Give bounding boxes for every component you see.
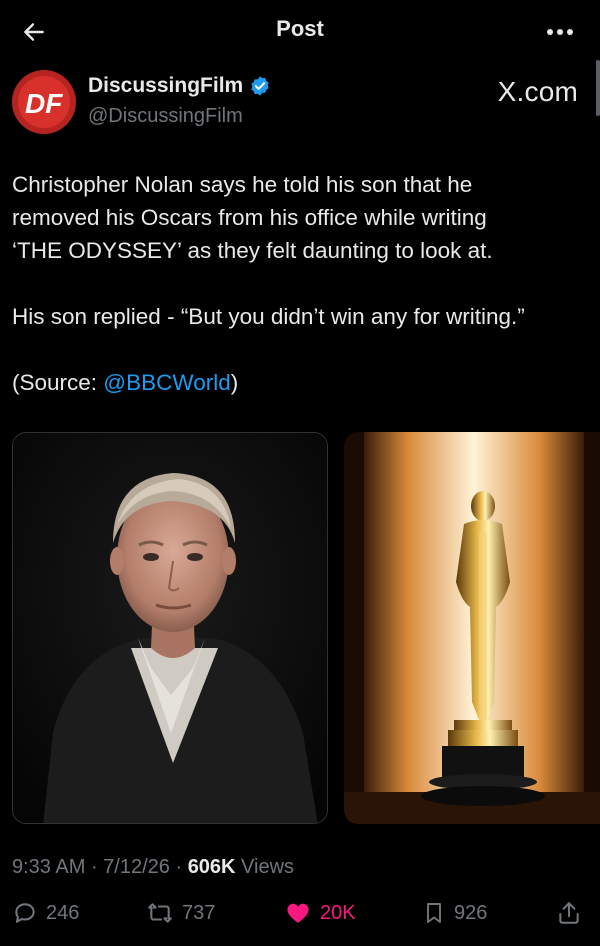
svg-text:DF: DF (25, 88, 63, 119)
like-heart-icon (287, 903, 309, 923)
photo-oscar-statuette[interactable] (344, 432, 600, 824)
reply-icon (15, 903, 35, 923)
bookmark-icon (427, 903, 441, 923)
more-options-button[interactable] (540, 14, 580, 50)
photo-nolan[interactable] (12, 432, 328, 824)
avatar[interactable]: DF (12, 70, 76, 134)
like-count: 20K (320, 901, 356, 924)
media-gallery (12, 432, 600, 824)
page-title: Post (276, 16, 324, 41)
name-row: DiscussingFilm (88, 74, 271, 98)
tweet-text: Christopher Nolan says he told his son t… (12, 168, 592, 399)
meta-separator: · (85, 856, 104, 878)
oscar-image (344, 432, 600, 824)
meta-separator: · (169, 856, 188, 878)
reply-count: 246 (46, 901, 80, 924)
tweet-line: removed his Oscars from his office while… (12, 205, 487, 230)
verified-badge-icon (251, 76, 269, 96)
top-bar: Post (0, 0, 600, 62)
action-bar: 246 737 20K 926 (0, 896, 600, 936)
share-icon (559, 902, 579, 924)
source-watermark: X.com (497, 76, 578, 107)
reply-button[interactable]: 246 (12, 900, 79, 926)
scrollbar-thumb[interactable] (596, 60, 600, 116)
source-prefix: (Source: (12, 370, 104, 395)
like-button[interactable]: 20K (284, 900, 356, 926)
tweet-line: ‘THE ODYSSEY’ as they felt daunting to l… (12, 238, 493, 263)
tweet-line: Christopher Nolan says he told his son t… (12, 172, 473, 197)
tweet-source-line: (Source: @BBCWorld) (12, 366, 592, 399)
source-suffix: ) (230, 370, 239, 395)
bookmark-count: 926 (454, 901, 488, 924)
post-meta: 9:33 AM · 7/12/26 · 606K Views (12, 856, 294, 879)
more-dots-icon (547, 29, 573, 35)
repost-button[interactable]: 737 (146, 900, 215, 926)
repost-count: 737 (182, 901, 216, 924)
avatar-logo: DF (18, 76, 70, 128)
post-time[interactable]: 9:33 AM (12, 856, 85, 878)
views-label: Views (235, 856, 295, 878)
mention-link[interactable]: @BBCWorld (103, 370, 230, 395)
post-date[interactable]: 7/12/26 (103, 856, 170, 878)
views-count: 606K (187, 856, 236, 878)
tweet-line: His son replied - “But you didn’t win an… (12, 304, 525, 329)
bookmark-button[interactable]: 926 (422, 900, 487, 926)
display-name[interactable]: DiscussingFilm (88, 74, 243, 98)
author-header: DF DiscussingFilm @DiscussingFilm X.com (12, 68, 588, 134)
portrait-image (13, 433, 327, 823)
repost-icon (148, 903, 172, 923)
discussingfilm-logo-icon: DF (25, 88, 63, 119)
share-button[interactable] (556, 900, 582, 926)
author-handle[interactable]: @DiscussingFilm (88, 105, 243, 128)
